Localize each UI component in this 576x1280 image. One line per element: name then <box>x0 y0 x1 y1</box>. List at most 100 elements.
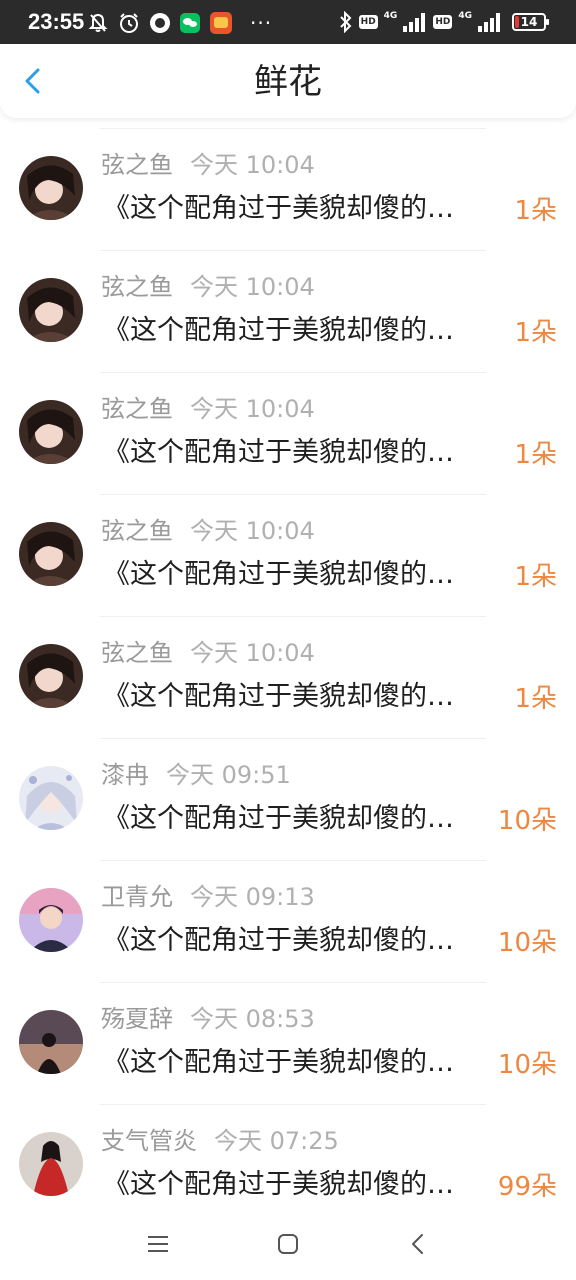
timestamp: 今天 08:53 <box>190 1005 315 1033</box>
list-item[interactable]: 殇夏辞 今天 08:53 《这个配角过于美貌却傻的… 10朵 <box>0 982 576 1104</box>
flower-list: 弦之鱼 今天 10:04 《这个配角过于美貌却傻的… 1朵 弦之鱼 今天 10:04 《这个… <box>0 128 576 1226</box>
timestamp: 今天 09:51 <box>166 761 291 789</box>
menu-icon <box>148 1236 168 1252</box>
timestamp: 今天 09:13 <box>190 883 315 911</box>
flower-count: 99朵 <box>497 1172 557 1202</box>
avatar[interactable] <box>19 278 83 342</box>
user-name[interactable]: 卫青允 <box>101 882 173 912</box>
flower-count: 1朵 <box>514 440 557 470</box>
system-back-button[interactable] <box>408 1232 428 1256</box>
signal-icon <box>403 12 427 32</box>
book-title: 《这个配角过于美貌却傻的… <box>103 315 454 346</box>
book-title: 《这个配角过于美貌却傻的… <box>103 803 454 834</box>
row-divider <box>100 1104 486 1105</box>
list-item[interactable]: 漆冉 今天 09:51 《这个配角过于美貌却傻的… 10朵 <box>0 738 576 860</box>
user-name[interactable]: 弦之鱼 <box>101 516 173 546</box>
girl-dark-hair-avatar <box>19 278 83 342</box>
menu-button[interactable] <box>146 1232 170 1256</box>
avatar[interactable] <box>19 400 83 464</box>
flower-count: 1朵 <box>514 196 557 226</box>
home-icon <box>278 1234 298 1254</box>
avatar[interactable] <box>19 522 83 586</box>
avatar[interactable] <box>19 888 83 952</box>
row-divider <box>100 494 486 495</box>
row-divider <box>100 860 486 861</box>
back-icon <box>412 1234 423 1254</box>
user-name[interactable]: 弦之鱼 <box>101 394 173 424</box>
flower-count: 10朵 <box>497 806 557 836</box>
user-name[interactable]: 弦之鱼 <box>101 272 173 302</box>
user-name[interactable]: 支气管炎 <box>101 1126 197 1156</box>
avatar[interactable] <box>19 766 83 830</box>
battery-icon: 14 <box>512 13 549 31</box>
network-type: 4G <box>383 11 398 21</box>
wechat-icon <box>180 13 200 33</box>
notification-icons: ··· <box>88 12 282 34</box>
flower-count: 10朵 <box>497 928 557 958</box>
user-name[interactable]: 弦之鱼 <box>101 638 173 668</box>
signal-icon <box>478 12 502 32</box>
user-name[interactable]: 殇夏辞 <box>101 1004 173 1034</box>
flower-count: 1朵 <box>514 562 557 592</box>
row-divider <box>100 250 486 251</box>
alarm-clock-icon <box>118 12 140 34</box>
list-item[interactable]: 弦之鱼 今天 10:04 《这个配角过于美貌却傻的… 1朵 <box>0 494 576 616</box>
list-item[interactable]: 弦之鱼 今天 10:04 《这个配角过于美貌却傻的… 1朵 <box>0 616 576 738</box>
row-divider <box>100 616 486 617</box>
girl-dark-hair-avatar <box>19 644 83 708</box>
user-name[interactable]: 弦之鱼 <box>101 150 173 180</box>
app-notification-icon <box>150 13 170 33</box>
more-notifications-icon: ··· <box>250 11 273 35</box>
flower-count: 1朵 <box>514 684 557 714</box>
list-item[interactable]: 卫青允 今天 09:13 《这个配角过于美貌却傻的… 10朵 <box>0 860 576 982</box>
home-button[interactable] <box>276 1232 300 1256</box>
network-type: 4G <box>458 11 472 21</box>
red-robe-figure-avatar <box>19 1132 83 1196</box>
row-divider <box>100 372 486 373</box>
avatar[interactable] <box>19 644 83 708</box>
book-title: 《这个配角过于美貌却傻的… <box>103 437 454 468</box>
book-title: 《这个配角过于美貌却傻的… <box>103 559 454 590</box>
system-nav-bar <box>0 1210 576 1280</box>
bluetooth-icon <box>339 10 353 34</box>
girl-dark-hair-avatar <box>19 400 83 464</box>
avatar[interactable] <box>19 1132 83 1196</box>
timestamp: 今天 10:04 <box>190 151 315 179</box>
row-divider <box>100 128 486 129</box>
list-item[interactable]: 弦之鱼 今天 10:04 《这个配角过于美貌却傻的… 1朵 <box>0 128 576 250</box>
list-item[interactable]: 弦之鱼 今天 10:04 《这个配角过于美貌却傻的… 1朵 <box>0 372 576 494</box>
avatar[interactable] <box>19 1010 83 1074</box>
book-title: 《这个配角过于美貌却傻的… <box>103 925 454 956</box>
young-man-avatar <box>19 888 83 952</box>
row-divider <box>100 982 486 983</box>
user-name[interactable]: 漆冉 <box>101 760 149 790</box>
app-header: 鲜花 <box>0 44 576 118</box>
app-root: 23:55 ··· HD 4G HD 4G 14 鲜花 弦之鱼 今天 10:04… <box>0 0 576 1280</box>
girl-dark-hair-avatar <box>19 156 83 220</box>
avatar[interactable] <box>19 156 83 220</box>
girl-dark-hair-avatar <box>19 522 83 586</box>
status-time: 23:55 <box>28 9 85 34</box>
silhouette-sunset-avatar <box>19 1010 83 1074</box>
book-title: 《这个配角过于美貌却傻的… <box>103 681 454 712</box>
battery-percent: 14 <box>520 15 538 29</box>
flower-count: 10朵 <box>497 1050 557 1080</box>
timestamp: 今天 10:04 <box>190 273 315 301</box>
list-item[interactable]: 支气管炎 今天 07:25 《这个配角过于美貌却傻的… 99朵 <box>0 1104 576 1226</box>
app-notification-icon <box>210 12 232 34</box>
flower-count: 1朵 <box>514 318 557 348</box>
status-bar: 23:55 ··· HD 4G HD 4G 14 <box>0 0 576 44</box>
list-item[interactable]: 弦之鱼 今天 10:04 《这个配角过于美貌却傻的… 1朵 <box>0 250 576 372</box>
hd-badge: HD <box>358 15 378 29</box>
hd-badge: HD <box>433 15 453 29</box>
row-divider <box>100 738 486 739</box>
timestamp: 今天 10:04 <box>190 517 315 545</box>
timestamp: 今天 07:25 <box>214 1127 339 1155</box>
timestamp: 今天 10:04 <box>190 395 315 423</box>
muted-bell-icon <box>88 13 108 33</box>
book-title: 《这个配角过于美貌却傻的… <box>103 1169 454 1200</box>
book-title: 《这个配角过于美貌却傻的… <box>103 1047 454 1078</box>
anime-silver-hair-avatar <box>19 766 83 830</box>
system-indicators: HD 4G HD 4G 14 <box>333 10 549 34</box>
page-title: 鲜花 <box>254 62 322 102</box>
